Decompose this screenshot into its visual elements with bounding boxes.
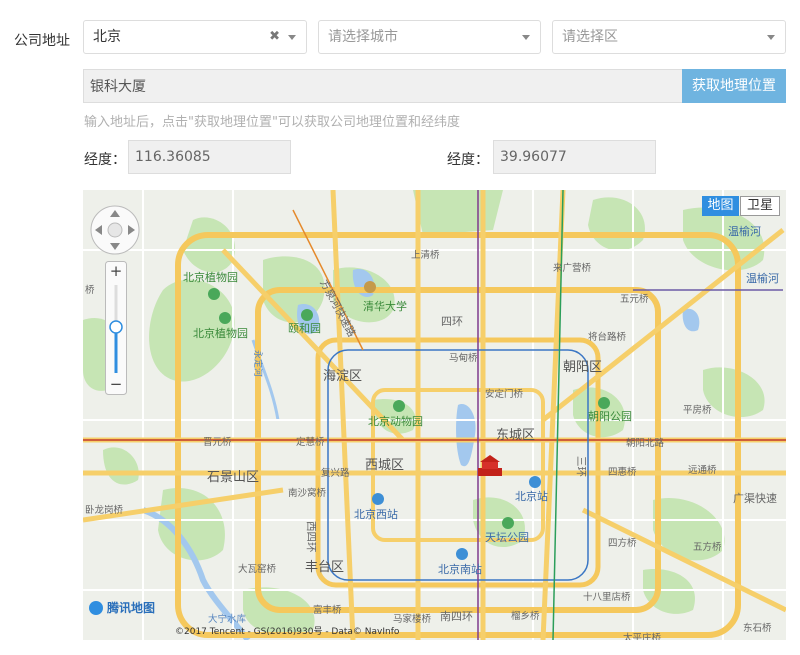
longitude-label: 经度： [84,152,126,168]
road-label: 四惠桥 [608,466,637,478]
map-view[interactable]: 海淀区 西城区 东城区 朝阳区 石景山区 丰台区 北京植物园 北京植物园 颐和园… [83,190,786,640]
province-select[interactable]: 北京 ✖ [83,20,307,54]
poi-label: 北京植物园 [193,326,248,340]
road-label: 桥 [85,284,95,296]
road-label: 朝阳北路 [626,437,665,449]
map-copyright: ©2017 Tencent - GS(2016)930号 - Data© Nav… [175,626,400,637]
latitude-label: 经度： [447,152,489,168]
poi-label: 温榆河 [728,224,761,238]
district-select[interactable]: 请选择区 [552,20,786,54]
road-label: 上清桥 [411,249,440,261]
road-label: 来广营桥 [553,262,592,274]
poi-label: 朝阳公园 [588,410,632,423]
road-label: 将台路桥 [588,331,627,343]
district-label: 海淀区 [323,369,362,384]
road-label: 晋元桥 [203,436,232,448]
road-label: 五方桥 [693,541,722,553]
district-label: 东城区 [496,428,535,443]
road-label: 四方桥 [608,537,637,549]
tencent-map-logo-icon [89,601,103,615]
poi-label: 北京动物园 [368,414,423,428]
station-icon [529,476,541,488]
chevron-down-icon [767,35,775,40]
road-label: 马甸桥 [449,352,478,364]
park-icon [301,309,313,321]
road-label: 南沙窝桥 [288,487,327,499]
poi-label: 北京植物园 [183,270,238,284]
district-label: 石景山区 [207,470,259,485]
poi-label: 颐和园 [288,322,321,335]
poi-label: 天坛公园 [485,531,529,544]
map-zoom-control[interactable]: + − [105,261,127,395]
longitude-input[interactable] [128,140,291,174]
road-label: 东石桥 [743,622,772,634]
address-input[interactable] [83,69,683,103]
park-icon [502,517,514,529]
road-label: 安定门桥 [485,388,524,400]
clear-icon[interactable]: ✖ [269,21,280,53]
road-label: 三环 [575,456,587,477]
road-label: 永定河 [252,350,264,377]
zoom-in-button: + [110,262,123,280]
road-label: 太平庄桥 [623,632,662,640]
map-logo: 腾讯地图 [89,600,155,615]
zoom-slider-handle [109,320,123,334]
park-icon [208,288,220,300]
road-label: 平房桥 [683,404,712,416]
road-label: 富丰桥 [313,604,342,616]
svg-text:腾讯地图: 腾讯地图 [106,600,155,615]
district-label: 朝阳区 [563,360,602,375]
school-icon [364,281,376,293]
province-value: 北京 [93,29,121,45]
road-label: 南四环 [440,610,473,623]
poi-label: 北京西站 [354,507,398,521]
road-label: 榴乡桥 [511,610,540,622]
poi-label: 温榆河 [746,271,779,285]
map-type-satellite-button[interactable]: 卫星 [740,196,780,216]
road-label: 定慧桥 [296,436,325,448]
address-label: 公司地址 [14,33,70,49]
zoo-icon [393,400,405,412]
city-select[interactable]: 请选择城市 [318,20,541,54]
road-label: 复兴路 [321,467,350,479]
map-pan-control[interactable] [89,204,141,256]
latitude-input[interactable] [493,140,656,174]
park-icon [219,312,231,324]
poi-label: 清华大学 [363,299,407,313]
station-icon [456,548,468,560]
road-label: 卧龙岗桥 [85,504,124,516]
poi-label: 北京站 [515,489,548,503]
road-label: 广渠快速 [733,492,777,505]
road-label: 远通桥 [688,464,717,476]
road-label: 大瓦窑桥 [238,563,277,575]
park-icon [598,397,610,409]
road-label: 十八里店桥 [583,591,631,603]
zoom-out-button: − [110,375,123,393]
poi-label: 北京南站 [438,562,482,576]
map-type-map-button[interactable]: 地图 [702,196,739,216]
city-placeholder: 请选择城市 [328,29,398,45]
road-label: 五元桥 [620,293,649,305]
get-location-button[interactable]: 获取地理位置 [682,69,786,103]
station-icon [372,493,384,505]
road-label: 马家楼桥 [393,613,432,625]
address-hint: 输入地址后，点击"获取地理位置"可以获取公司地理位置和经纬度 [84,115,460,130]
road-label: 西四环 [305,521,317,553]
road-label: 大宁水库 [208,613,247,625]
chevron-down-icon [288,35,296,40]
chevron-down-icon [522,35,530,40]
district-placeholder: 请选择区 [562,29,618,45]
district-label: 丰台区 [305,560,344,575]
road-label: 四环 [441,315,463,328]
district-label: 西城区 [365,458,404,473]
